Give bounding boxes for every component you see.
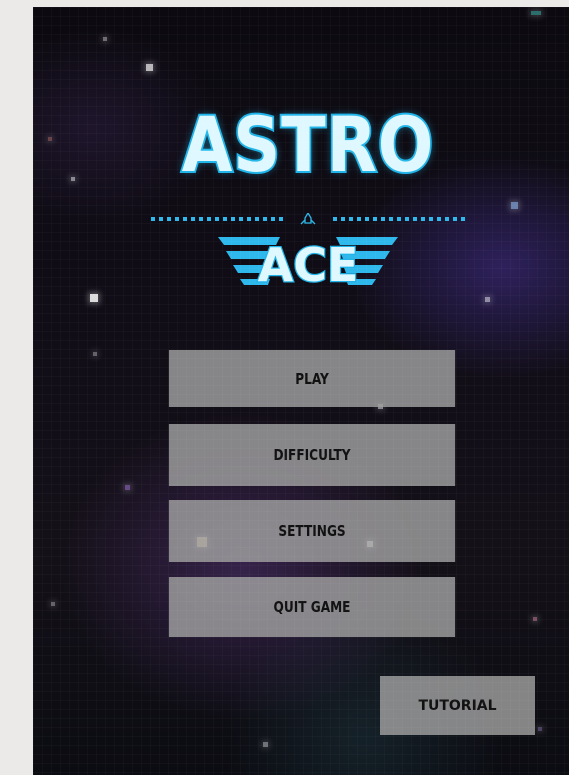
play-button[interactable]: PLAY: [168, 350, 456, 407]
game-screen: ASTRO ACE PLAY DIFFICULTY SETTINGS QUIT …: [33, 7, 569, 775]
quit-game-button-label: QUIT GAME: [273, 598, 351, 616]
star: [538, 727, 542, 731]
star: [531, 11, 541, 15]
tutorial-button-label: TUTORIAL: [418, 697, 497, 714]
settings-button[interactable]: SETTINGS: [168, 500, 456, 562]
logo-divider: [151, 213, 465, 225]
star: [263, 742, 268, 747]
tutorial-button[interactable]: TUTORIAL: [380, 676, 535, 735]
star: [511, 202, 518, 209]
star: [485, 297, 490, 302]
star: [93, 352, 97, 356]
settings-button-label: SETTINGS: [278, 522, 346, 540]
star: [48, 137, 52, 141]
star: [103, 37, 107, 41]
game-logo: ASTRO ACE: [143, 100, 473, 297]
logo-subtitle: ACE: [258, 238, 359, 289]
play-button-label: PLAY: [295, 369, 329, 388]
rocket-icon: [300, 213, 316, 225]
star: [71, 177, 75, 181]
quit-game-button[interactable]: QUIT GAME: [168, 577, 456, 637]
star: [533, 617, 537, 621]
difficulty-button-label: DIFFICULTY: [273, 446, 351, 464]
star: [51, 602, 55, 606]
logo-title: ASTRO: [180, 100, 435, 189]
logo-wings: ACE: [218, 237, 398, 289]
star: [146, 64, 153, 71]
star: [125, 485, 130, 490]
star: [90, 294, 98, 302]
difficulty-button[interactable]: DIFFICULTY: [168, 424, 456, 486]
